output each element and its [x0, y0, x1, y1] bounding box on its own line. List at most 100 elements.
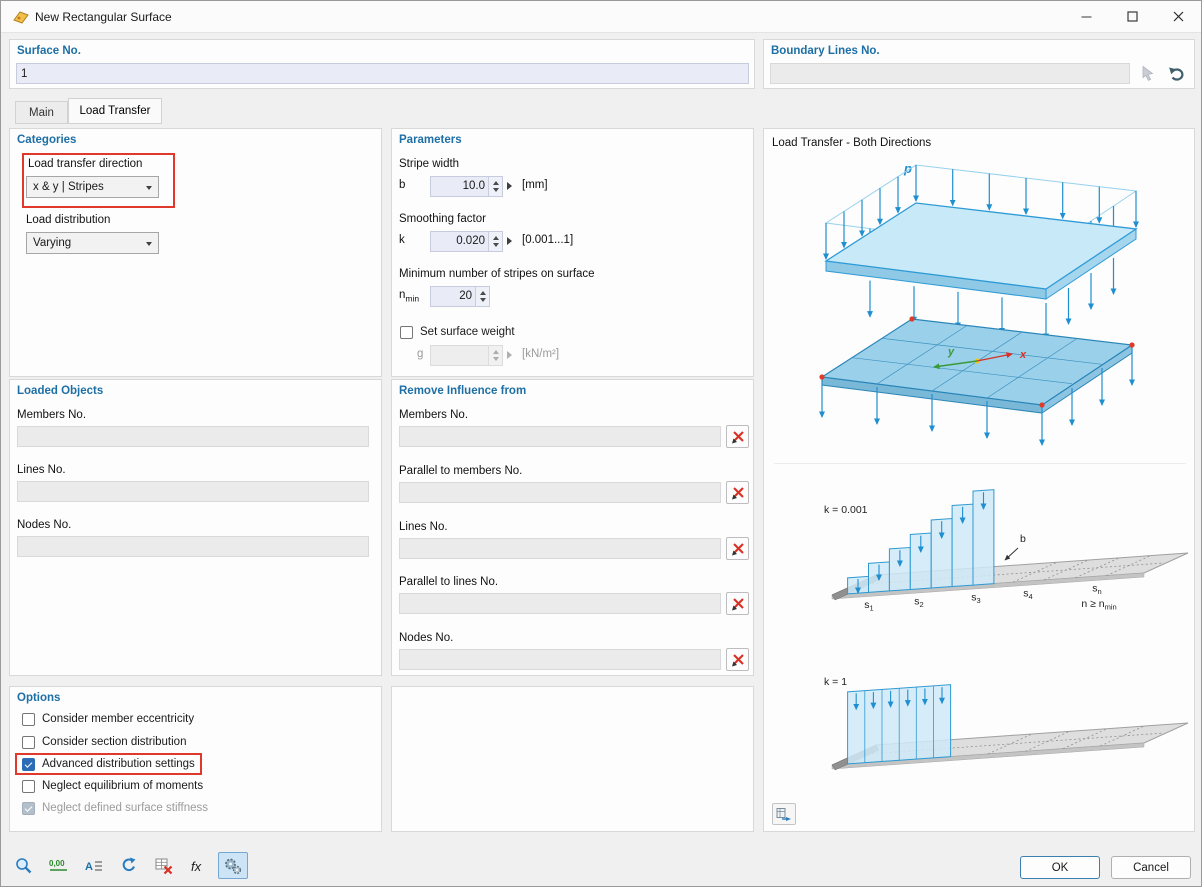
boundary-lines-input[interactable] [770, 63, 1130, 84]
min-stripes-input[interactable]: 20 [430, 286, 490, 307]
transfer-surface-plate [819, 316, 1134, 413]
delete-table-icon [154, 856, 174, 876]
dialog-window: New Rectangular Surface Surface No. 1 Bo… [0, 0, 1202, 887]
window-title: New Rectangular Surface [35, 10, 172, 24]
lines-no-input[interactable] [17, 481, 369, 502]
remove-pick-icon [731, 653, 745, 667]
load-transfer-direction-select[interactable]: x & y | Stripes [26, 176, 159, 198]
options-group: Options Consider member eccentricity Con… [9, 686, 382, 832]
smoothing-factor-label: Smoothing factor [399, 213, 486, 225]
ri-lines-remove-button[interactable] [726, 537, 749, 560]
option-neglect-equilibrium-of-moments[interactable]: Neglect equilibrium of moments [15, 775, 210, 797]
tab-main[interactable]: Main [15, 101, 68, 124]
option-label: Neglect equilibrium of moments [42, 780, 203, 792]
ri-lines-input[interactable] [399, 538, 721, 559]
surface-no-value: 1 [21, 68, 27, 80]
k-symbol: k [399, 234, 405, 246]
svg-text:sn: sn [1092, 583, 1101, 597]
ok-button[interactable]: OK [1020, 856, 1100, 879]
checkbox[interactable] [22, 736, 35, 749]
tab-load-transfer[interactable]: Load Transfer [68, 98, 162, 124]
set-surface-weight-row[interactable]: Set surface weight [393, 321, 522, 343]
checkbox [22, 802, 35, 815]
preview-divider [774, 463, 1186, 464]
close-button[interactable] [1156, 1, 1200, 32]
toolbar-find-button[interactable] [9, 852, 39, 879]
checkbox[interactable] [22, 713, 35, 726]
option-advanced-distribution-settings[interactable]: Advanced distribution settings [15, 753, 202, 775]
ri-lines-label: Lines No. [399, 521, 448, 533]
stripe-width-b-label: b [1020, 533, 1026, 545]
toolbar-regenerate-button[interactable] [114, 852, 144, 879]
refresh-icon [119, 856, 139, 876]
members-no-input[interactable] [17, 426, 369, 447]
select-boundary-button[interactable] [1136, 62, 1160, 84]
ri-parallel-members-remove-button[interactable] [726, 481, 749, 504]
ri-parallel-members-label: Parallel to members No. [399, 465, 522, 477]
min-stripes-label: Minimum number of stripes on surface [399, 268, 595, 280]
spinner-buttons[interactable] [488, 232, 502, 251]
cancel-button[interactable]: Cancel [1111, 856, 1191, 879]
empty-panel [391, 686, 754, 832]
ri-parallel-lines-label: Parallel to lines No. [399, 576, 498, 588]
parameters-title: Parameters [399, 134, 462, 146]
loaded-surface-plate [826, 203, 1136, 299]
maximize-button[interactable] [1110, 1, 1154, 32]
y-axis-label: y [947, 346, 955, 358]
option-label: Neglect defined surface stiffness [42, 802, 208, 814]
ri-parallel-lines-remove-button[interactable] [726, 592, 749, 615]
k-unit: [0.001...1] [522, 234, 573, 246]
load-distribution-value: Varying [33, 237, 71, 249]
stripe-width-input[interactable]: 10.0 [430, 176, 503, 197]
remove-pick-icon [731, 486, 745, 500]
function-fx-icon: fx [188, 856, 210, 876]
toolbar-function-button[interactable]: fx [184, 852, 214, 879]
spinner-buttons[interactable] [475, 287, 489, 306]
magnifier-icon [14, 856, 34, 876]
ri-members-input[interactable] [399, 426, 721, 447]
tab-load-transfer-label: Load Transfer [80, 105, 151, 117]
checkbox[interactable] [22, 780, 35, 793]
toolbar-units-button[interactable]: 0,00 [44, 852, 74, 879]
nodes-no-label: Nodes No. [17, 519, 71, 531]
revert-boundary-button[interactable] [1165, 62, 1189, 84]
loaded-objects-title: Loaded Objects [17, 385, 103, 397]
nodes-no-input[interactable] [17, 536, 369, 557]
set-surface-weight-label: Set surface weight [420, 326, 515, 338]
preview-options-button[interactable] [772, 803, 796, 825]
g-symbol: g [417, 348, 423, 360]
toolbar-list-button[interactable]: A [79, 852, 109, 879]
b-unit: [mm] [522, 179, 548, 191]
ri-members-remove-button[interactable] [726, 425, 749, 448]
surface-weight-input[interactable] [430, 345, 503, 366]
members-no-label: Members No. [17, 409, 86, 421]
ok-label: OK [1052, 862, 1069, 874]
load-transfer-3d-diagram: p [764, 155, 1196, 467]
surface-no-input[interactable]: 1 [16, 63, 749, 84]
option-consider-section-distribution[interactable]: Consider section distribution [15, 731, 193, 753]
load-distribution-select[interactable]: Varying [26, 232, 159, 254]
surface-no-group: Surface No. 1 [9, 39, 755, 89]
chevron-down-icon [146, 242, 152, 246]
stripe-width-expander[interactable] [507, 182, 512, 190]
minimize-button[interactable] [1064, 1, 1108, 32]
ri-nodes-input[interactable] [399, 649, 721, 670]
toolbar-generated-settings-button[interactable] [218, 852, 248, 879]
ri-parallel-members-input[interactable] [399, 482, 721, 503]
categories-group: Categories Load transfer direction x & y… [9, 128, 382, 377]
smoothing-factor-input[interactable]: 0.020 [430, 231, 503, 252]
pick-arrow-icon [1140, 65, 1157, 82]
svg-text:s4: s4 [1023, 588, 1032, 602]
surface-no-title: Surface No. [17, 45, 81, 57]
uniform-stripe-block [848, 685, 951, 764]
ri-parallel-lines-input[interactable] [399, 593, 721, 614]
spinner-buttons[interactable] [488, 177, 502, 196]
x-axis-label: x [1019, 349, 1027, 361]
toolbar-delete-button[interactable] [149, 852, 179, 879]
option-consider-member-eccentricity[interactable]: Consider member eccentricity [15, 708, 201, 730]
titlebar[interactable]: New Rectangular Surface [1, 1, 1201, 33]
smoothing-factor-expander[interactable] [507, 237, 512, 245]
checkbox[interactable] [22, 758, 35, 771]
set-surface-weight-checkbox[interactable] [400, 326, 413, 339]
ri-nodes-remove-button[interactable] [726, 648, 749, 671]
